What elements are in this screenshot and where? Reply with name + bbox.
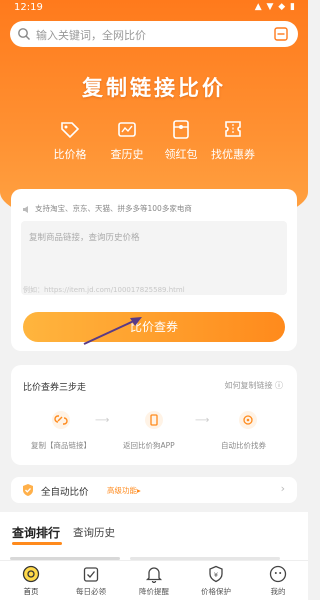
link-icon — [52, 411, 70, 429]
search-bar[interactable]: 输入关键词，全网比价 — [10, 21, 298, 47]
bell-icon — [145, 567, 163, 583]
advanced-feature-link[interactable]: 高级功能▸ — [107, 485, 141, 496]
step-label: 复制【商品链接】 — [31, 441, 91, 450]
svg-text:¥: ¥ — [214, 571, 218, 579]
how-to-copy-link[interactable]: 如何复制链接 ⓘ — [224, 380, 283, 391]
coupon-icon — [225, 121, 241, 137]
query-tabs: 查询排行 查询历史 — [0, 512, 308, 560]
step-arrow-icon: ⟶ — [95, 415, 110, 426]
status-time: 12:19 — [14, 2, 43, 13]
nav-daily[interactable]: 每日必领 — [66, 565, 116, 597]
feature-label: 比价格 — [53, 148, 87, 161]
scan-icon[interactable] — [274, 27, 288, 41]
active-tab-underline — [12, 542, 62, 545]
compare-coupon-button[interactable]: 比价查券 — [23, 312, 285, 342]
feature-compare-price[interactable]: 比价格 — [40, 118, 100, 162]
target-icon — [239, 411, 257, 429]
status-bar: 12:19 ▲ ▼ ◆ ▮ — [0, 0, 308, 16]
annotation-arrow — [83, 317, 142, 345]
step-arrow-icon: ⟶ — [195, 415, 210, 426]
search-input[interactable]: 输入关键词，全网比价 — [36, 27, 146, 43]
feature-red-packet[interactable]: 领红包 — [151, 118, 211, 162]
nav-price-alert[interactable]: 降价提醒 — [129, 565, 179, 597]
steps-card: 比价查券三步走 如何复制链接 ⓘ ⟶ ⟶ 复制【商品链接】 返回比价狗APP 自… — [11, 365, 297, 465]
auto-compare-label: 全自动比价 — [41, 487, 89, 498]
feature-coupon[interactable]: 找优惠券 — [203, 118, 263, 162]
profile-icon — [269, 565, 287, 583]
nav-home[interactable]: 首页 — [6, 565, 56, 597]
example-link: 例如：https://item.jd.com/100017825589.html — [23, 286, 185, 294]
speaker-icon — [23, 205, 28, 213]
step-label: 返回比价狗APP — [123, 441, 175, 450]
price-tag-icon — [61, 122, 80, 139]
textarea-placeholder: 复制商品链接，查询历史价格 — [29, 233, 140, 243]
feature-label: 查历史 — [110, 148, 144, 161]
status-icons: ▲ ▼ ◆ ▮ — [254, 2, 296, 12]
tab-query-history[interactable]: 查询历史 — [73, 525, 115, 540]
link-input-card: 支持淘宝、京东、天猫、拼多多等100多家电商 复制商品链接，查询历史价格 例如：… — [11, 189, 297, 351]
nav-price-protect[interactable]: ¥ 价格保护 — [191, 565, 241, 597]
feature-history[interactable]: 查历史 — [97, 118, 157, 162]
hero-title: 复制链接比价 — [82, 76, 226, 100]
search-icon — [18, 28, 30, 40]
red-packet-icon — [173, 120, 189, 139]
phone-icon — [145, 411, 163, 429]
link-textarea[interactable]: 复制商品链接，查询历史价格 — [21, 221, 287, 295]
step-label: 自动比价找券 — [221, 441, 266, 450]
steps-title: 比价查券三步走 — [23, 383, 87, 393]
tab-query-ranking[interactable]: 查询排行 — [12, 524, 60, 541]
feature-label: 找优惠券 — [211, 148, 255, 161]
feature-label: 领红包 — [164, 148, 198, 161]
history-icon — [118, 122, 136, 137]
chevron-right-icon: › — [280, 482, 285, 495]
bottom-nav: 首页 每日必领 降价提醒 ¥ 价格保护 我的 — [0, 560, 308, 600]
support-text: 支持淘宝、京东、天猫、拼多多等100多家电商 — [23, 203, 192, 214]
check-shield-icon — [23, 484, 33, 496]
home-icon — [22, 565, 40, 583]
shield-icon: ¥ — [209, 565, 223, 583]
daily-check-icon — [83, 567, 99, 582]
nav-profile[interactable]: 我的 — [253, 565, 303, 597]
auto-compare-row[interactable]: 全自动比价 高级功能▸ › — [11, 477, 297, 503]
